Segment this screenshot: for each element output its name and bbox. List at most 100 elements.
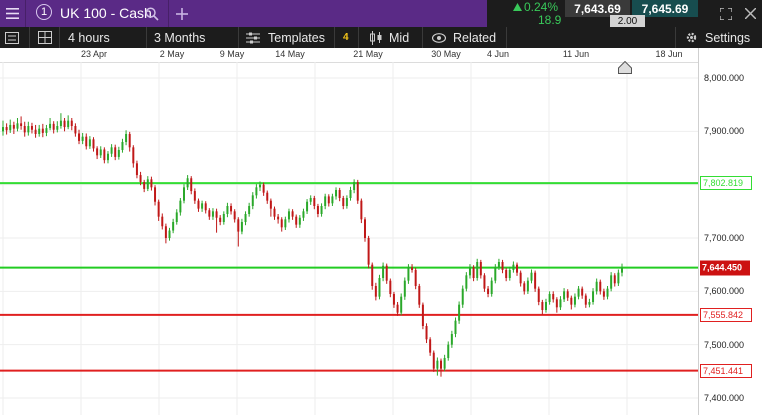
candle bbox=[248, 202, 251, 217]
candle-body bbox=[534, 272, 537, 289]
candle-body bbox=[298, 217, 301, 225]
candle bbox=[295, 214, 298, 228]
related-button[interactable]: Related bbox=[432, 27, 496, 48]
candle-body bbox=[613, 275, 616, 284]
divider bbox=[146, 27, 147, 48]
candle bbox=[335, 187, 338, 200]
candle bbox=[479, 259, 482, 279]
candle bbox=[490, 277, 493, 297]
candle-body bbox=[519, 272, 522, 284]
candle-body bbox=[544, 302, 547, 310]
price-chart[interactable] bbox=[0, 62, 698, 415]
market-title[interactable]: UK 100 - Cash bbox=[60, 5, 152, 21]
candle-body bbox=[96, 148, 99, 156]
candle bbox=[182, 184, 185, 204]
candle-body bbox=[135, 163, 138, 176]
expand-icon bbox=[720, 7, 732, 20]
candle bbox=[2, 120, 4, 136]
range-select[interactable]: 3 Months bbox=[154, 27, 205, 48]
candle bbox=[320, 203, 323, 217]
candle bbox=[360, 198, 363, 224]
candle-body bbox=[407, 267, 410, 281]
candle-body bbox=[389, 280, 392, 294]
y-tick-label: 7,900.000 bbox=[704, 126, 745, 137]
divider bbox=[358, 27, 359, 48]
candle bbox=[251, 192, 254, 210]
candle bbox=[146, 176, 149, 192]
y-tick-label: 7,700.000 bbox=[704, 233, 745, 243]
search-button[interactable] bbox=[140, 0, 164, 27]
candle-body bbox=[563, 291, 566, 300]
chart-list-button[interactable] bbox=[5, 27, 19, 48]
templates-button[interactable]: Templates bbox=[246, 27, 325, 48]
candle-body bbox=[280, 219, 283, 228]
settings-button[interactable]: Settings bbox=[685, 27, 750, 48]
expand-button[interactable] bbox=[716, 0, 736, 27]
candle-body bbox=[356, 182, 359, 201]
eye-icon bbox=[432, 32, 446, 43]
candle-body bbox=[537, 288, 540, 302]
divider bbox=[334, 27, 335, 48]
candle-body bbox=[56, 126, 59, 130]
candle-body bbox=[501, 262, 504, 270]
candle-body bbox=[371, 264, 374, 286]
candle-body bbox=[425, 326, 428, 340]
interval-select[interactable]: 4 hours bbox=[68, 27, 110, 48]
candle bbox=[237, 217, 240, 247]
candle bbox=[606, 286, 609, 300]
candle bbox=[78, 129, 81, 145]
add-market-button[interactable] bbox=[170, 0, 194, 27]
candle bbox=[186, 175, 189, 190]
price-type-select[interactable]: Mid bbox=[369, 27, 409, 48]
candle-body bbox=[595, 281, 598, 292]
list-icon bbox=[5, 31, 19, 44]
candle-body bbox=[447, 344, 450, 358]
candle-body bbox=[548, 294, 551, 302]
scroll-to-latest-icon[interactable] bbox=[618, 61, 632, 74]
candle-body bbox=[9, 124, 12, 131]
candle-body bbox=[443, 358, 446, 369]
candle bbox=[324, 193, 327, 210]
menu-button[interactable] bbox=[0, 0, 25, 27]
candle-body bbox=[248, 206, 251, 214]
level-price-tag: 7,451.441 bbox=[700, 363, 752, 378]
candle bbox=[121, 138, 124, 153]
candle bbox=[414, 267, 417, 290]
layout-button[interactable] bbox=[38, 27, 52, 48]
close-button[interactable] bbox=[740, 0, 760, 27]
candle-body bbox=[342, 198, 345, 206]
candle bbox=[114, 144, 117, 161]
candle bbox=[88, 136, 91, 149]
candle bbox=[110, 144, 113, 157]
candle bbox=[516, 262, 519, 276]
candle-body bbox=[121, 142, 124, 150]
candle-body bbox=[150, 179, 153, 188]
candle-body bbox=[161, 216, 164, 227]
candle bbox=[154, 185, 157, 206]
candle bbox=[16, 118, 19, 132]
candle-body bbox=[523, 283, 526, 292]
candle-body bbox=[374, 286, 377, 297]
candle-body bbox=[465, 275, 468, 289]
candle bbox=[179, 198, 182, 216]
candle-body bbox=[179, 200, 182, 213]
candle bbox=[505, 267, 508, 282]
candle bbox=[353, 179, 356, 194]
candle bbox=[374, 282, 377, 301]
divider bbox=[675, 27, 676, 48]
candle bbox=[595, 278, 598, 295]
candle-body bbox=[237, 219, 240, 232]
candle-body bbox=[164, 226, 167, 238]
candle-body bbox=[38, 128, 41, 134]
candle bbox=[411, 264, 414, 273]
candle-body bbox=[516, 264, 519, 273]
candle-body bbox=[154, 187, 157, 202]
candle bbox=[429, 337, 432, 356]
candle-body bbox=[190, 178, 193, 192]
divider bbox=[238, 27, 239, 48]
candle bbox=[49, 118, 52, 131]
candle bbox=[356, 179, 359, 204]
candle bbox=[277, 214, 280, 224]
candle bbox=[367, 235, 370, 269]
candle-body bbox=[566, 291, 569, 298]
